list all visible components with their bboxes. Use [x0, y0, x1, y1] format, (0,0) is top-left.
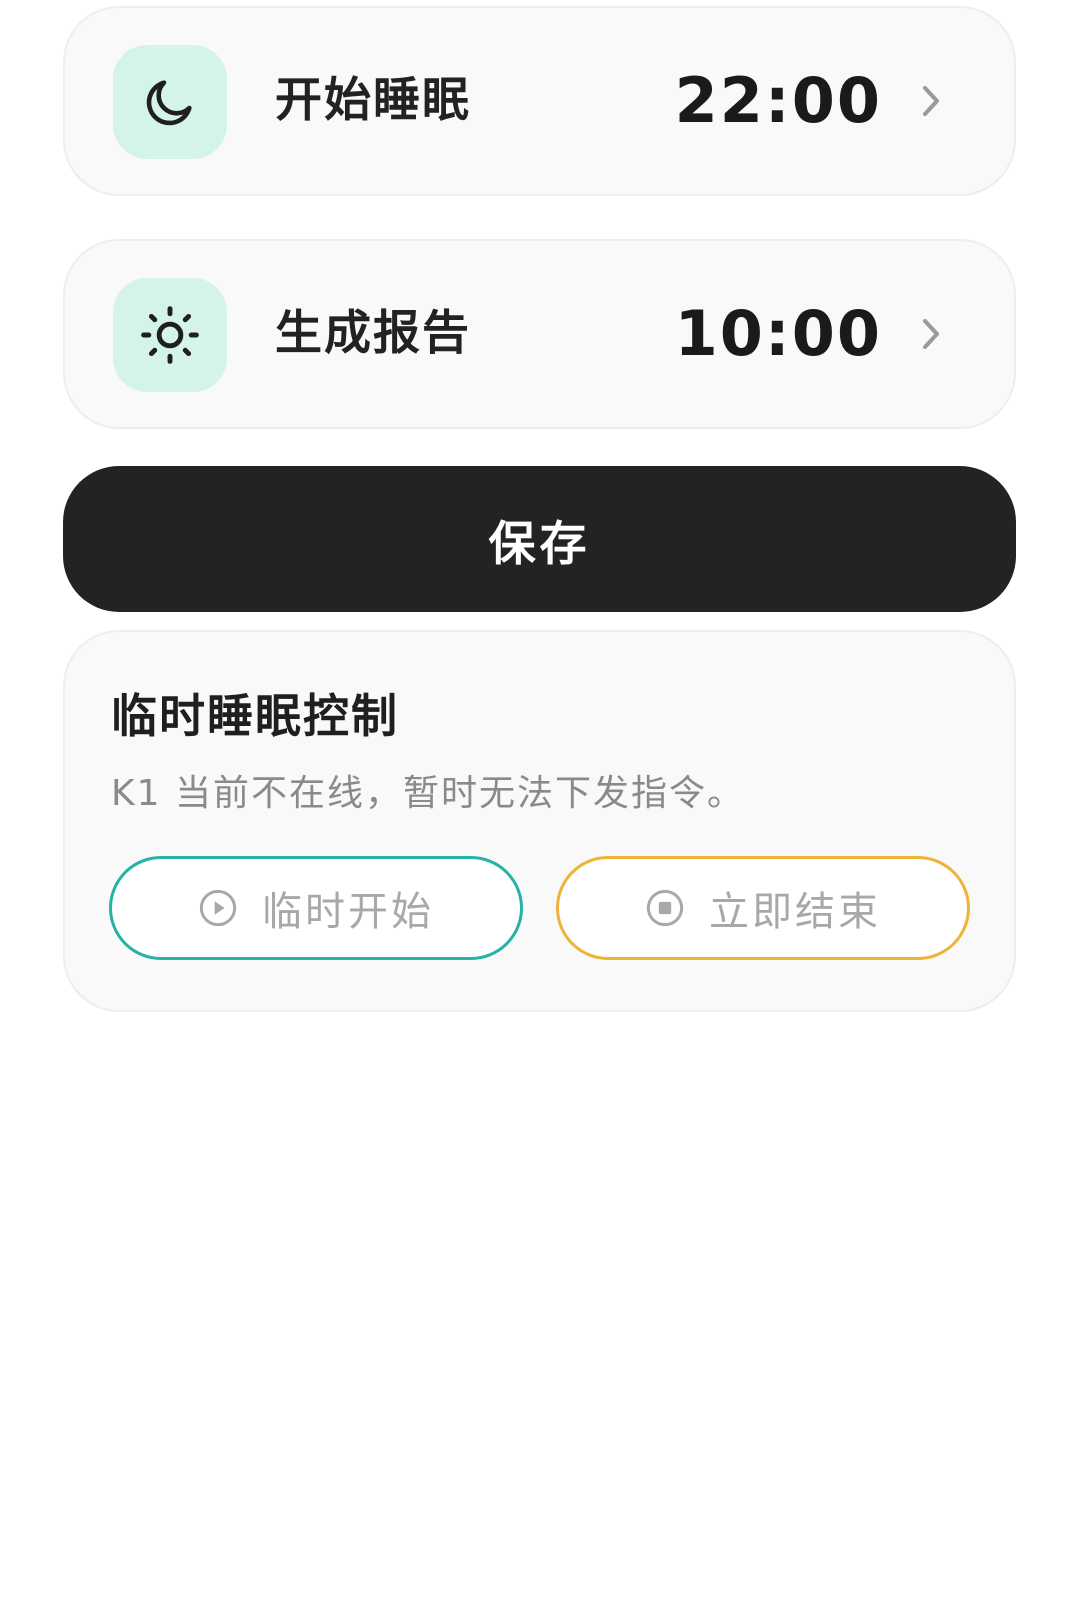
- temp-start-button[interactable]: 临时开始: [109, 856, 523, 960]
- temp-control-title: 临时睡眠控制: [111, 689, 399, 743]
- sleep-start-time: 22:00: [674, 64, 882, 137]
- temp-sleep-control-card: 临时睡眠控制 K1 当前不在线，暂时无法下发指令。 临时开始 立即结束: [63, 630, 1016, 1012]
- chevron-right-icon: [914, 84, 948, 118]
- moon-icon: [113, 45, 227, 159]
- stop-circle-icon: [645, 888, 685, 928]
- report-label: 生成报告: [275, 306, 471, 361]
- stop-now-label: 立即结束: [709, 889, 881, 935]
- report-time: 10:00: [674, 297, 882, 370]
- chevron-right-icon: [914, 317, 948, 351]
- device-offline-notice: K1 当前不在线，暂时无法下发指令。: [111, 773, 745, 814]
- sun-icon: [113, 278, 227, 392]
- sleep-start-row[interactable]: 开始睡眠 22:00: [63, 6, 1016, 196]
- sleep-settings-page: 开始睡眠 22:00 生成报告 10:00 保存 临时睡眠控制 K1 当前不在线…: [0, 0, 1080, 1613]
- stop-now-button[interactable]: 立即结束: [556, 856, 970, 960]
- play-circle-icon: [198, 888, 238, 928]
- report-time-row[interactable]: 生成报告 10:00: [63, 239, 1016, 429]
- save-button[interactable]: 保存: [63, 466, 1016, 612]
- temp-start-label: 临时开始: [262, 889, 434, 935]
- sleep-start-label: 开始睡眠: [275, 73, 471, 128]
